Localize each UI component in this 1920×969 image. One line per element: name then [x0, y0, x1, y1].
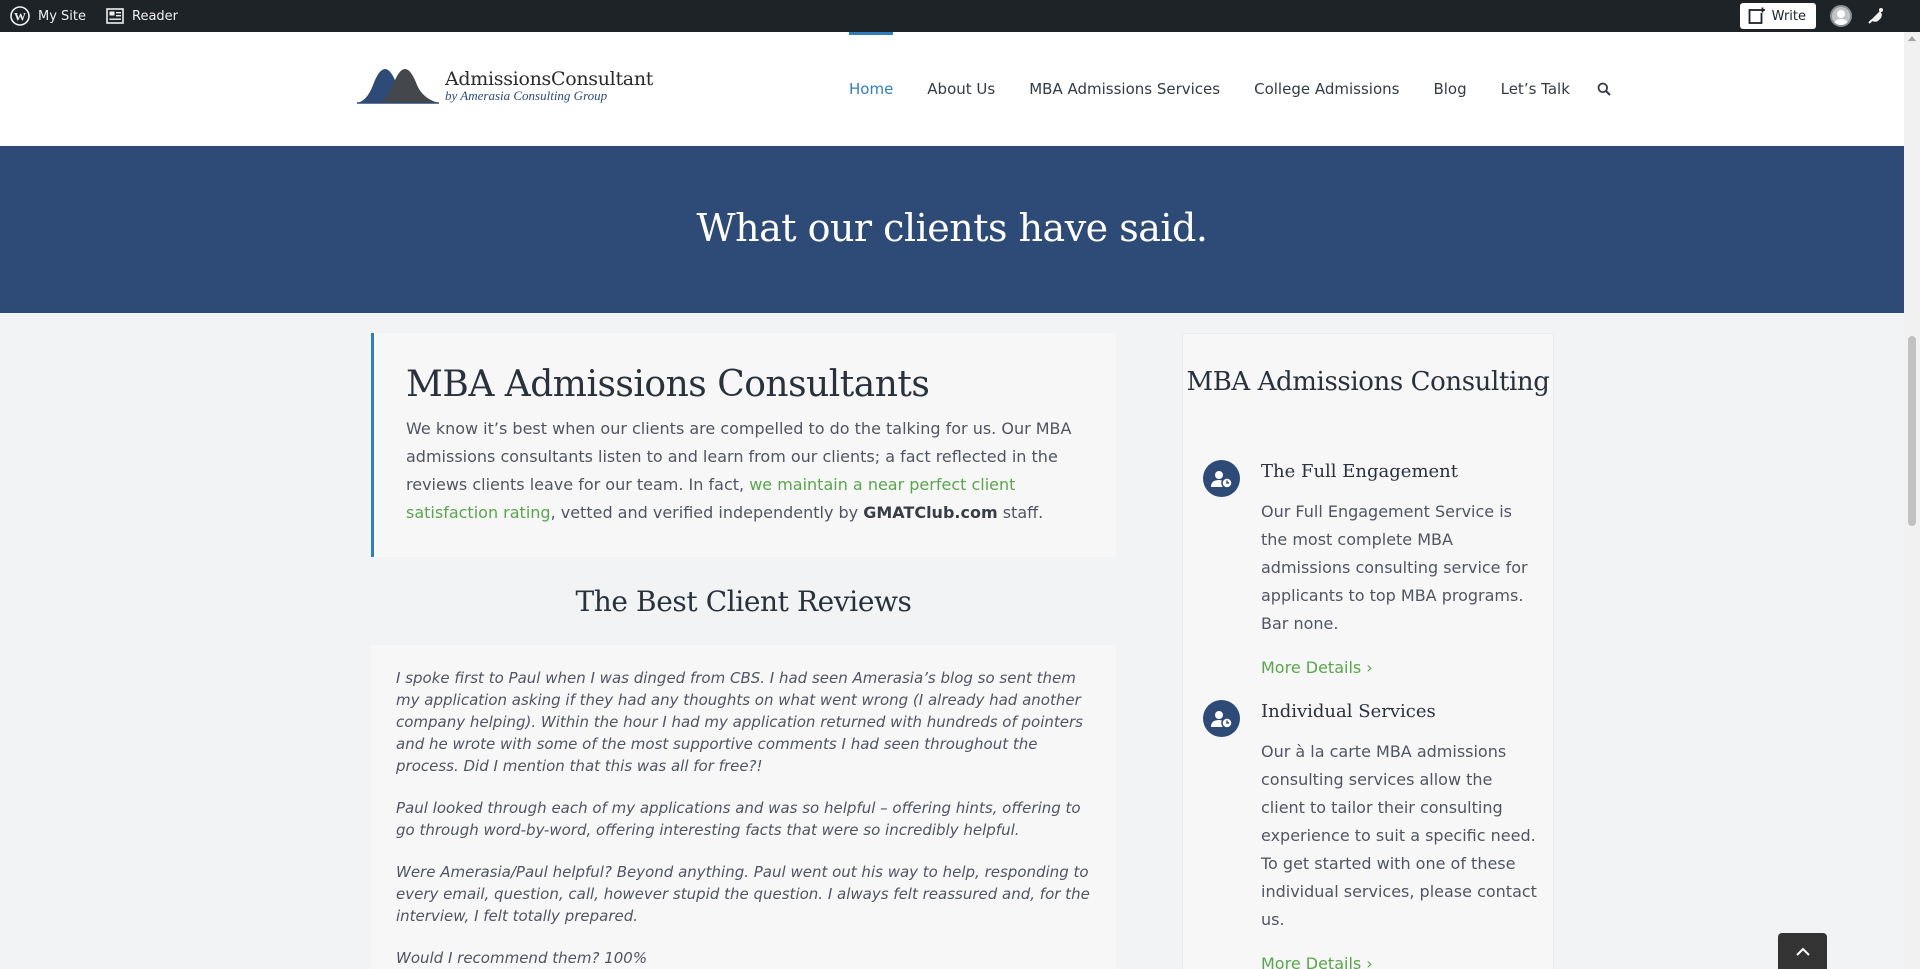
intro-text: We know it’s best when our clients are c…	[406, 415, 1086, 527]
logo-subtitle: by Amerasia Consulting Group	[445, 88, 608, 103]
chevron-up-icon	[1795, 947, 1810, 956]
scrollbar-thumb[interactable]	[1908, 336, 1916, 526]
reader-link[interactable]: Reader	[96, 0, 188, 32]
review-paragraph: Paul looked through each of my applicati…	[396, 799, 1081, 839]
my-site-label: My Site	[38, 8, 87, 24]
search-icon	[1597, 82, 1611, 96]
intro-box: MBA Admissions Consultants We know it’s …	[371, 333, 1116, 557]
nav-blog[interactable]: Blog	[1433, 32, 1466, 146]
review-paragraph: Would I recommend them? 100%	[396, 949, 648, 967]
intro-text-after: staff.	[997, 503, 1044, 522]
reader-icon	[106, 8, 124, 24]
page-banner: What our clients have said.	[0, 146, 1904, 313]
admin-bar-left: W My Site Reader	[0, 0, 188, 32]
nav-mba-admissions-services[interactable]: MBA Admissions Services	[1029, 32, 1220, 146]
review-box: I spoke first to Paul when I was dinged …	[371, 645, 1116, 969]
review-paragraph: I spoke first to Paul when I was dinged …	[396, 669, 1083, 775]
service-title: Individual Services	[1261, 701, 1436, 722]
more-details-link[interactable]: More Details ›	[1261, 954, 1541, 969]
service-title: The Full Engagement	[1261, 461, 1458, 482]
more-details-link[interactable]: More Details ›	[1261, 658, 1541, 677]
sidebar-title: MBA Admissions Consulting	[1186, 367, 1550, 397]
admin-bar: W My Site Reader Write	[0, 0, 1920, 32]
write-button[interactable]: Write	[1739, 3, 1816, 29]
nav-lets-talk[interactable]: Let’s Talk	[1501, 32, 1570, 146]
my-site-link[interactable]: W My Site	[0, 0, 96, 32]
admin-bar-right: Write	[1739, 0, 1886, 32]
logo-text: AdmissionsConsultant by Amerasia Consult…	[445, 69, 653, 103]
svg-text:W: W	[14, 10, 26, 24]
service-description: Our Full Engagement Service is the most …	[1261, 502, 1528, 633]
user-clock-icon	[1203, 460, 1240, 497]
intro-title: MBA Admissions Consultants	[406, 364, 930, 405]
intro-text-mid: , vetted and verified independently by	[550, 503, 864, 522]
nav-about-us[interactable]: About Us	[927, 32, 995, 146]
avatar[interactable]	[1830, 5, 1852, 27]
review-paragraph: Were Amerasia/Paul helpful? Beyond anyth…	[396, 863, 1090, 925]
scroll-up-arrow[interactable]	[1908, 36, 1916, 41]
write-label: Write	[1771, 8, 1806, 24]
service-body: Individual Services Our à la carte MBA a…	[1261, 700, 1541, 969]
scroll-to-top-button[interactable]	[1778, 933, 1827, 969]
main-nav: Home About Us MBA Admissions Services Co…	[836, 32, 1611, 146]
nav-home[interactable]: Home	[849, 32, 894, 146]
nav-college-admissions[interactable]: College Admissions	[1254, 32, 1399, 146]
service-body: The Full Engagement Our Full Engagement …	[1261, 460, 1541, 677]
reviews-title: The Best Client Reviews	[575, 585, 912, 618]
site-header: AdmissionsConsultant by Amerasia Consult…	[0, 32, 1904, 146]
notifications-bell-icon[interactable]	[1866, 6, 1886, 26]
page-scrollbar[interactable]	[1904, 32, 1920, 969]
banner-title: What our clients have said.	[696, 206, 1208, 250]
mountains-logo-icon	[357, 69, 439, 104]
reader-label: Reader	[132, 8, 179, 24]
site-logo[interactable]: AdmissionsConsultant by Amerasia Consult…	[357, 67, 653, 105]
gmatclub-bold: GMATClub.com	[863, 503, 998, 522]
new-post-icon	[1748, 7, 1766, 24]
sidebar: MBA Admissions Consulting The Full Engag…	[1182, 333, 1554, 969]
user-clock-icon	[1203, 700, 1240, 737]
service-description: Our à la carte MBA admissions consulting…	[1261, 742, 1537, 929]
nav-search[interactable]	[1597, 32, 1611, 146]
logo-title: AdmissionsConsultant	[445, 68, 654, 90]
wordpress-icon: W	[10, 6, 30, 26]
